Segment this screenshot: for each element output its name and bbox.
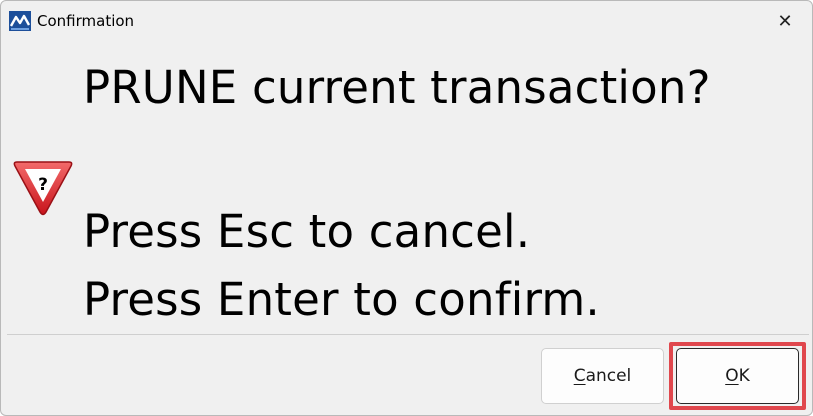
app-logo-icon bbox=[9, 11, 31, 31]
warning-question-icon: ? bbox=[11, 156, 75, 218]
cancel-label: ancel bbox=[585, 366, 632, 386]
ok-button[interactable]: OK bbox=[676, 348, 799, 404]
message-line-enter: Press Enter to confirm. bbox=[83, 273, 600, 326]
title-bar: Confirmation ✕ bbox=[1, 1, 812, 41]
ok-mnemonic: O bbox=[725, 366, 739, 386]
question-mark-glyph: ? bbox=[38, 175, 48, 195]
window-title: Confirmation bbox=[37, 12, 135, 30]
footer-divider bbox=[7, 334, 809, 335]
close-icon: ✕ bbox=[777, 10, 793, 32]
ok-label: K bbox=[738, 366, 750, 386]
cancel-mnemonic: C bbox=[573, 366, 586, 386]
confirmation-dialog: Confirmation ✕ PRUNE current transaction… bbox=[0, 0, 813, 416]
message-line-esc: Press Esc to cancel. bbox=[83, 205, 531, 258]
message-line-prune: PRUNE current transaction? bbox=[83, 61, 711, 114]
close-button[interactable]: ✕ bbox=[761, 5, 809, 37]
cancel-button[interactable]: Cancel bbox=[541, 348, 664, 404]
